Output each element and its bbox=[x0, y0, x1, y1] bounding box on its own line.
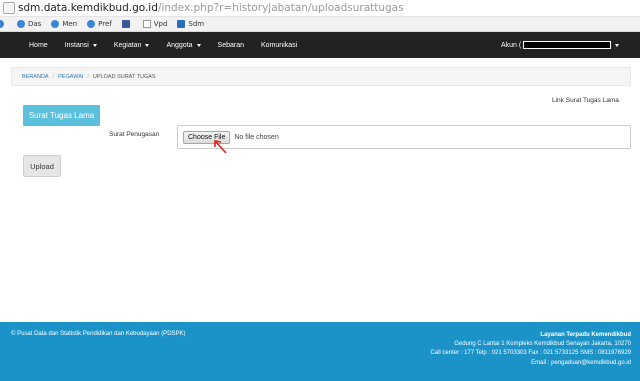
bookmark-men[interactable]: Men bbox=[51, 20, 77, 28]
nav-sebaran[interactable]: Sebaran bbox=[218, 42, 244, 49]
account-menu[interactable]: Akun ( bbox=[501, 32, 620, 58]
breadcrumb-home[interactable]: BERANDA bbox=[22, 74, 49, 80]
url-path: /index.php?r=historyjabatan/uploadsuratt… bbox=[157, 2, 404, 14]
file-status: No file chosen bbox=[234, 133, 279, 141]
pointer-arrow-icon bbox=[214, 140, 227, 154]
footer: © Pusat Data dan Statistik Pendidikan da… bbox=[0, 322, 640, 381]
breadcrumb-pegawai[interactable]: PEGAWAI bbox=[58, 74, 83, 80]
caret-down-icon bbox=[92, 43, 97, 47]
upload-button[interactable]: Upload bbox=[23, 155, 61, 177]
page-icon bbox=[3, 2, 15, 14]
bookmark-das[interactable]: Das bbox=[17, 20, 41, 28]
address-bar[interactable]: sdm.data.kemdikbud.go.id /index.php?r=hi… bbox=[0, 0, 640, 17]
contact-email[interactable]: Email : pengaduan@kemdikbud.go.id bbox=[430, 359, 631, 368]
url-host: sdm.data.kemdikbud.go.id bbox=[18, 2, 158, 14]
bookmark-icon bbox=[0, 20, 4, 28]
link-surat-tugas-lama[interactable]: Link Surat Tugas Lama bbox=[552, 97, 619, 104]
breadcrumb: BERANDA / PEGAWAI / UPLOAD SURAT TUGAS bbox=[11, 67, 631, 86]
footer-copyright: © Pusat Data dan Statistik Pendidikan da… bbox=[11, 331, 186, 337]
bookmark-vpd[interactable]: Vpd bbox=[142, 20, 167, 28]
globe-icon bbox=[87, 20, 96, 28]
bookmark-pref[interactable]: Pref bbox=[87, 20, 112, 28]
shield-icon bbox=[177, 20, 186, 28]
nav-home[interactable]: Home bbox=[29, 42, 48, 49]
file-input-field[interactable]: Choose File No file chosen bbox=[177, 125, 631, 149]
bookmark-sdm[interactable]: Sdm bbox=[177, 20, 204, 28]
caret-down-icon bbox=[615, 43, 620, 47]
globe-icon bbox=[17, 20, 25, 28]
nav-komunikasi[interactable]: Komunikasi bbox=[261, 42, 297, 49]
document-icon bbox=[142, 20, 151, 28]
contact-address: Gedung C Lantai 1 Kompleks Kemdikbud Sen… bbox=[454, 341, 631, 348]
surat-penugasan-label: Surat Penugasan bbox=[109, 131, 160, 138]
bookmark-partial[interactable] bbox=[0, 20, 7, 28]
bookmark-facebook[interactable] bbox=[121, 20, 133, 28]
facebook-icon bbox=[121, 20, 130, 28]
breadcrumb-current: UPLOAD SURAT TUGAS bbox=[92, 73, 156, 80]
bookmarks-bar: Das Men Pref Vpd Sdm bbox=[0, 17, 640, 32]
contact-callcenter: Call center : 177 Telp : 021 5703303 Fax… bbox=[430, 350, 631, 357]
footer-contact: Layanan Terpadu Kemendikbud Gedung C Lan… bbox=[430, 331, 631, 368]
surat-tugas-lama-button[interactable]: Surat Tugas Lama bbox=[23, 105, 100, 126]
caret-down-icon bbox=[196, 43, 201, 47]
redacted-username bbox=[523, 41, 612, 49]
globe-icon bbox=[51, 20, 60, 28]
breadcrumb-separator: / bbox=[87, 73, 89, 80]
nav-anggota[interactable]: Anggota bbox=[166, 42, 201, 49]
nav-kegiatan[interactable]: Kegiatan bbox=[114, 42, 150, 49]
nav-instansi[interactable]: Instansi bbox=[65, 42, 97, 49]
breadcrumb-separator: / bbox=[52, 73, 55, 80]
top-navbar: Home Instansi Kegiatan Anggota Sebaran K… bbox=[0, 32, 640, 58]
caret-down-icon bbox=[145, 43, 150, 47]
contact-title: Layanan Terpadu Kemendikbud bbox=[540, 332, 631, 338]
